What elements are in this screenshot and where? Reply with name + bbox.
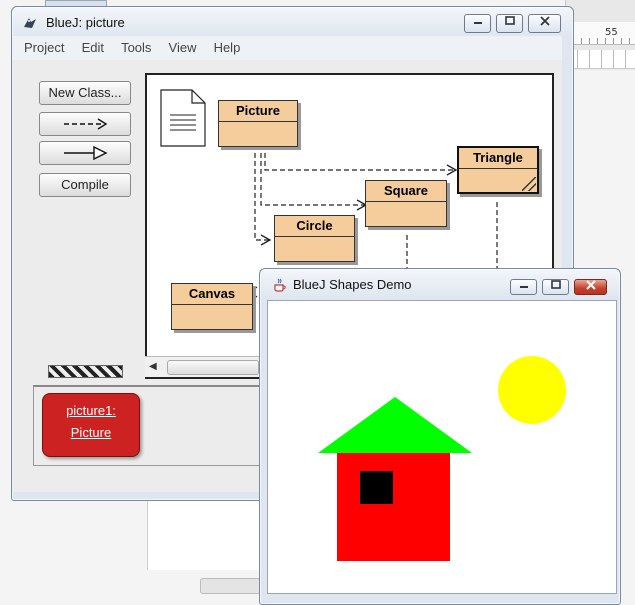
ruler-number: 55: [605, 27, 618, 38]
maximize-button[interactable]: [542, 279, 569, 295]
close-button[interactable]: [574, 279, 607, 295]
class-circle[interactable]: Circle: [274, 215, 355, 262]
menu-help[interactable]: Help: [214, 36, 241, 60]
uncompiled-hatch-icon: [522, 177, 536, 191]
bluej-bird-icon: [22, 15, 38, 31]
readme-note-icon[interactable]: [160, 89, 206, 147]
inheritance-arrow-button[interactable]: [39, 141, 131, 165]
maximize-icon: [504, 16, 515, 25]
minimize-icon: [519, 286, 528, 288]
shapes-canvas: [267, 300, 617, 594]
close-icon: [585, 280, 596, 290]
inheritance-arrow-icon: [64, 145, 108, 161]
machine-activity-indicator: [48, 365, 123, 378]
menu-edit[interactable]: Edit: [82, 36, 104, 60]
class-picture[interactable]: Picture: [218, 100, 298, 147]
background-ruler: [565, 22, 635, 45]
class-name: Circle: [275, 216, 354, 237]
object-name: picture1:: [66, 403, 116, 418]
shapes-demo-titlebar[interactable]: BlueJ Shapes Demo: [260, 269, 620, 299]
object-picture1[interactable]: picture1: Picture: [42, 393, 140, 457]
close-icon: [539, 16, 550, 26]
class-name: Triangle: [459, 148, 537, 169]
class-name: Picture: [219, 101, 297, 122]
class-name: Square: [366, 181, 446, 202]
java-cup-icon: [272, 277, 288, 293]
scrollbar-thumb[interactable]: [167, 360, 259, 375]
background-ruler-secondary: [565, 50, 635, 69]
picture-drawing: [318, 356, 566, 561]
maximize-icon: [550, 280, 561, 289]
background-document: [147, 490, 268, 570]
class-square[interactable]: Square: [365, 180, 447, 227]
menu-bar: Project Edit Tools View Help: [12, 36, 562, 61]
wall-square: [337, 453, 450, 561]
bluej-titlebar[interactable]: BlueJ: picture: [12, 7, 573, 37]
menu-tools[interactable]: Tools: [121, 36, 151, 60]
minimize-button[interactable]: [464, 14, 491, 33]
window-title: BlueJ Shapes Demo: [293, 277, 412, 292]
diagram-horizontal-scrollbar[interactable]: ◀: [145, 356, 265, 377]
class-name: Canvas: [172, 284, 252, 305]
object-type: Picture: [70, 425, 112, 440]
class-triangle[interactable]: Triangle: [457, 146, 539, 194]
class-canvas[interactable]: Canvas: [171, 283, 253, 330]
minimize-icon: [473, 22, 482, 24]
menu-project[interactable]: Project: [24, 36, 64, 60]
maximize-button[interactable]: [496, 14, 523, 33]
close-button[interactable]: [528, 14, 561, 33]
scroll-left-icon[interactable]: ◀: [149, 361, 157, 372]
window-square: [360, 471, 393, 504]
window-title: BlueJ: picture: [46, 15, 125, 30]
uses-arrow-button[interactable]: [39, 112, 131, 136]
sun-circle: [498, 356, 566, 424]
menu-view[interactable]: View: [169, 36, 197, 60]
dashed-arrow-icon: [64, 118, 108, 130]
compile-button[interactable]: Compile: [39, 173, 131, 197]
minimize-button[interactable]: [510, 279, 537, 295]
roof-triangle: [318, 397, 472, 453]
new-class-button[interactable]: New Class...: [39, 81, 131, 105]
